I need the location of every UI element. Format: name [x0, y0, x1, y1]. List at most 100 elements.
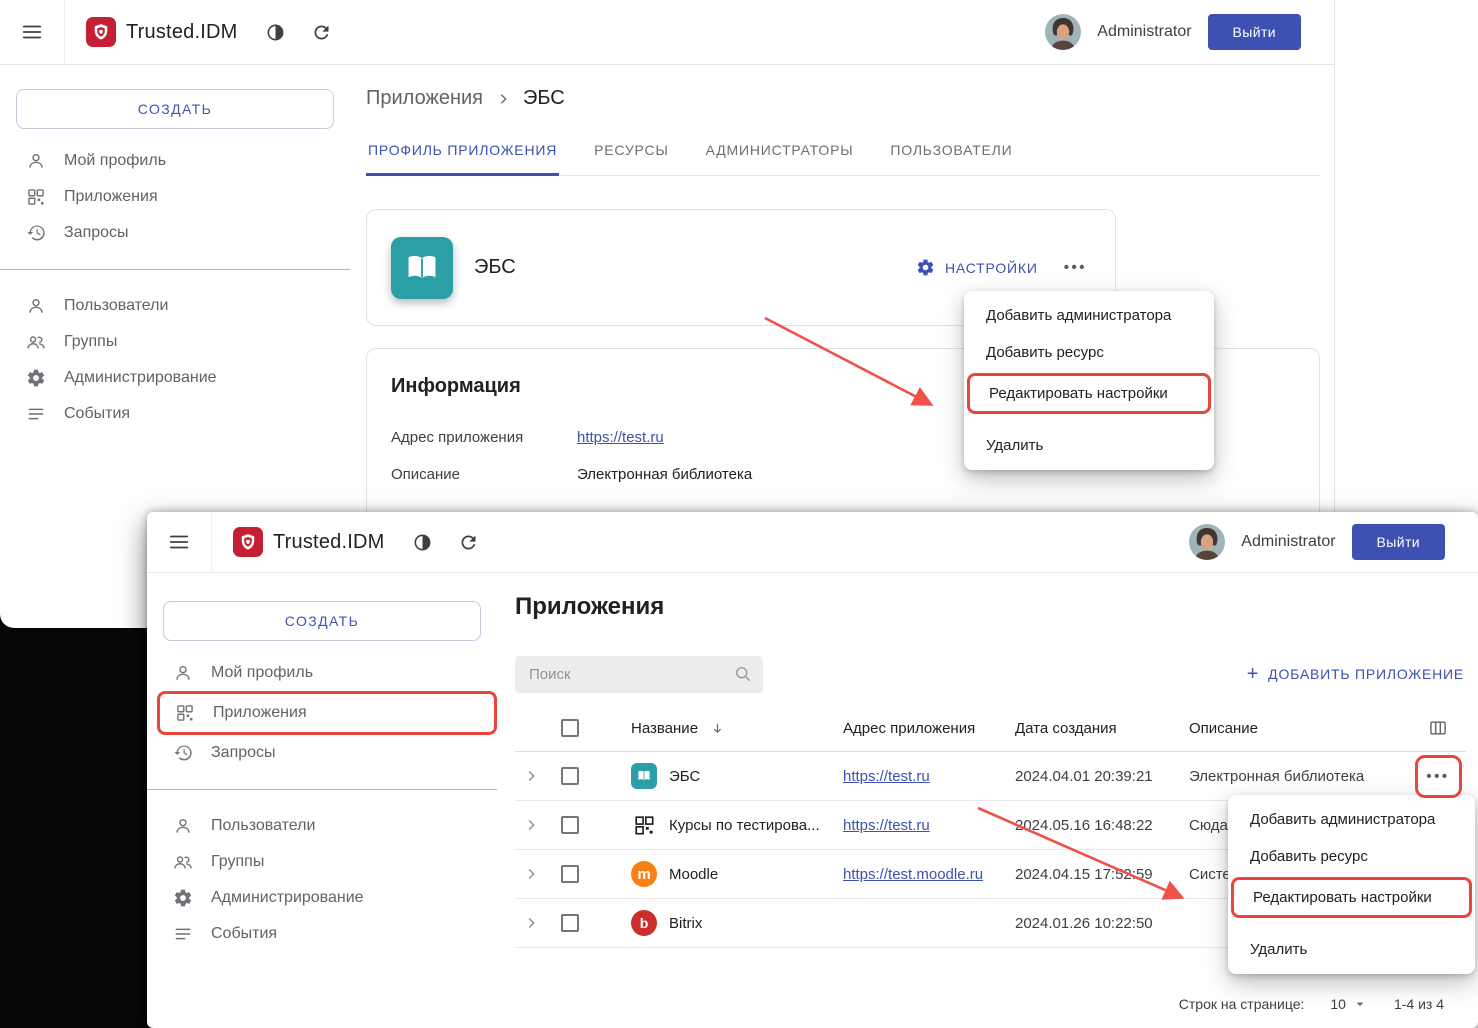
tab-users[interactable]: ПОЛЬЗОВАТЕЛИ: [888, 140, 1014, 176]
theme-toggle-icon[interactable]: [410, 530, 434, 554]
user-avatar[interactable]: [1189, 524, 1225, 560]
sidebar-divider: [0, 269, 350, 270]
gear-icon: [173, 888, 193, 908]
menu-item-add-administrator[interactable]: Добавить администратора: [964, 297, 1214, 334]
nav-label: Администрирование: [64, 369, 217, 387]
rows-per-page-select[interactable]: 10: [1330, 996, 1368, 1012]
moodle-app-icon: m: [631, 861, 657, 887]
expand-row-icon[interactable]: [522, 816, 540, 834]
row-checkbox[interactable]: [561, 865, 579, 883]
nav-label: События: [211, 925, 277, 943]
sidebar-item-groups[interactable]: Группы: [0, 324, 350, 360]
row-more-actions-button[interactable]: •••: [1415, 755, 1462, 798]
brand-shield-icon: [233, 527, 263, 557]
history-icon: [26, 223, 46, 243]
logout-button[interactable]: Выйти: [1352, 524, 1445, 560]
header-right: Administrator Выйти: [1189, 524, 1445, 560]
row-checkbox[interactable]: [561, 767, 579, 785]
tab-app-profile[interactable]: ПРОФИЛЬ ПРИЛОЖЕНИЯ: [366, 140, 559, 176]
sidebar-item-requests[interactable]: Запросы: [0, 215, 350, 251]
menu-item-delete[interactable]: Удалить: [1228, 931, 1475, 968]
breadcrumb-applications[interactable]: Приложения: [366, 87, 483, 110]
menu-item-add-resource[interactable]: Добавить ресурс: [1228, 838, 1475, 875]
app-row-name[interactable]: ЭБС: [669, 768, 700, 785]
context-menu: Добавить администратора Добавить ресурс …: [964, 291, 1214, 470]
menu-item-delete[interactable]: Удалить: [964, 427, 1214, 464]
select-all-checkbox[interactable]: [561, 719, 579, 737]
app-row-url[interactable]: https://test.ru: [843, 768, 930, 785]
sidebar-item-requests[interactable]: Запросы: [147, 735, 497, 771]
rows-per-page-value: 10: [1330, 996, 1346, 1012]
refresh-icon[interactable]: [309, 20, 333, 44]
apps-icon: [26, 187, 46, 207]
bitrix-app-icon: b: [631, 910, 657, 936]
create-button[interactable]: СОЗДАТЬ: [16, 89, 334, 129]
refresh-icon[interactable]: [456, 530, 480, 554]
nav-label: Запросы: [211, 744, 276, 762]
app-row-description: Электронная библиотека: [1189, 768, 1410, 785]
menu-item-add-administrator[interactable]: Добавить администратора: [1228, 801, 1475, 838]
pagination: Строк на странице: 10 1-4 из 4: [1179, 996, 1444, 1012]
gear-icon: [916, 258, 935, 277]
expand-row-icon[interactable]: [522, 914, 540, 932]
logout-button[interactable]: Выйти: [1208, 14, 1301, 50]
settings-button[interactable]: НАСТРОЙКИ: [916, 258, 1038, 277]
app-url-link[interactable]: https://test.ru: [577, 429, 664, 446]
sidebar-item-groups[interactable]: Группы: [147, 844, 497, 880]
column-settings-icon[interactable]: [1428, 718, 1448, 738]
app-row-created: 2024.04.01 20:39:21: [1015, 768, 1189, 785]
sort-desc-icon[interactable]: [710, 721, 725, 736]
search-box[interactable]: [515, 656, 763, 693]
menu-item-add-resource[interactable]: Добавить ресурс: [964, 334, 1214, 371]
sidebar-item-administration[interactable]: Администрирование: [147, 880, 497, 916]
menu-item-edit-settings[interactable]: Редактировать настройки: [967, 373, 1211, 414]
sidebar-item-my-profile[interactable]: Мой профиль: [147, 655, 497, 691]
sidebar-item-events[interactable]: События: [147, 916, 497, 952]
tab-bar: ПРОФИЛЬ ПРИЛОЖЕНИЯ РЕСУРСЫ АДМИНИСТРАТОР…: [366, 140, 1320, 176]
add-application-button[interactable]: + ДОБАВИТЬ ПРИЛОЖЕНИЕ: [1247, 664, 1464, 684]
app-row-name[interactable]: Bitrix: [669, 915, 702, 932]
app-card-actions: НАСТРОЙКИ •••: [916, 258, 1087, 277]
applications-list-window: Trusted.IDM Administrator Выйти: [147, 512, 1478, 1028]
theme-toggle-icon[interactable]: [263, 20, 287, 44]
sidebar-item-my-profile[interactable]: Мой профиль: [0, 143, 350, 179]
info-value: Электронная библиотека: [577, 466, 752, 483]
expand-row-icon[interactable]: [522, 767, 540, 785]
column-header-name[interactable]: Название: [631, 720, 698, 737]
app-row-url[interactable]: https://test.ru: [843, 817, 930, 834]
app-row-name[interactable]: Moodle: [669, 866, 718, 883]
menu-item-edit-settings[interactable]: Редактировать настройки: [1231, 877, 1472, 918]
search-icon: [733, 664, 753, 684]
row-checkbox[interactable]: [561, 816, 579, 834]
sidebar-item-events[interactable]: События: [0, 396, 350, 432]
tab-resources[interactable]: РЕСУРСЫ: [592, 140, 671, 176]
create-button[interactable]: СОЗДАТЬ: [163, 601, 481, 641]
expand-row-icon[interactable]: [522, 865, 540, 883]
context-menu: Добавить администратора Добавить ресурс …: [1228, 795, 1475, 974]
brand-name: Trusted.IDM: [273, 531, 384, 554]
tab-administrators[interactable]: АДМИНИСТРАТОРЫ: [704, 140, 856, 176]
sidebar-item-applications[interactable]: Приложения: [160, 694, 494, 732]
menu-button[interactable]: [147, 512, 212, 572]
add-application-label: ДОБАВИТЬ ПРИЛОЖЕНИЕ: [1268, 666, 1464, 682]
menu-button[interactable]: [0, 0, 65, 64]
app-row-name[interactable]: Курсы по тестирова...: [669, 817, 820, 834]
username: Administrator: [1097, 23, 1191, 41]
nav-label: Группы: [211, 853, 264, 871]
user-avatar[interactable]: [1045, 14, 1081, 50]
search-input[interactable]: [527, 665, 733, 684]
toolbar: + ДОБАВИТЬ ПРИЛОЖЕНИЕ: [515, 655, 1466, 693]
row-checkbox[interactable]: [561, 914, 579, 932]
brand-shield-icon: [86, 17, 116, 47]
history-icon: [173, 743, 193, 763]
nav-label: Пользователи: [211, 817, 315, 835]
background: [0, 600, 170, 1028]
more-actions-button[interactable]: •••: [1064, 260, 1087, 275]
app-row-url[interactable]: https://test.moodle.ru: [843, 866, 983, 883]
username: Administrator: [1241, 533, 1335, 551]
sidebar-item-administration[interactable]: Администрирование: [0, 360, 350, 396]
sidebar-item-users[interactable]: Пользователи: [0, 288, 350, 324]
sidebar-item-applications[interactable]: Приложения: [0, 179, 350, 215]
sidebar-item-users[interactable]: Пользователи: [147, 808, 497, 844]
brand: Trusted.IDM: [233, 527, 384, 557]
